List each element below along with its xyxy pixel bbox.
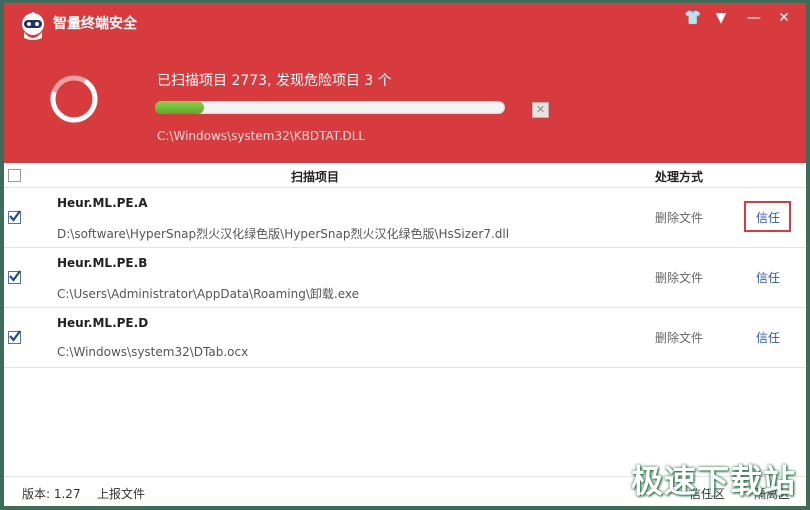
threat-path: D:\software\HyperSnap烈火汉化绿色版\HyperSnap烈火… xyxy=(57,227,510,241)
skin-icon[interactable]: 👕 xyxy=(681,7,705,29)
table-row: Heur.ML.PE.A D:\software\HyperSnap烈火汉化绿色… xyxy=(4,188,806,248)
row-checkbox[interactable] xyxy=(8,210,21,224)
close-icon[interactable]: ✕ xyxy=(772,7,796,29)
trust-link[interactable]: 信任 xyxy=(756,269,780,286)
scan-progress-bar xyxy=(155,101,505,114)
report-file-link[interactable]: 上报文件 xyxy=(97,485,145,502)
action-delete-file[interactable]: 删除文件 xyxy=(655,269,703,286)
threat-path: C:\Windows\system32\DTab.ocx xyxy=(57,345,249,359)
table-row: Heur.ML.PE.D C:\Windows\system32\DTab.oc… xyxy=(4,308,806,368)
scan-header: 智量终端安全 👕 ▼ — ✕ 已扫描项目 2773, 发现危险项目 3 个 ✕ … xyxy=(4,3,806,163)
column-header-action: 处理方式 xyxy=(655,170,704,184)
table-row: Heur.ML.PE.B C:\Users\Administrator\AppD… xyxy=(4,248,806,308)
trust-link[interactable]: 信任 xyxy=(756,209,780,226)
results-table-header: 扫描项目 处理方式 xyxy=(4,163,806,188)
minimize-icon[interactable]: — xyxy=(742,7,766,29)
threat-name: Heur.ML.PE.A xyxy=(57,196,148,210)
scan-status-text: 已扫描项目 2773, 发现危险项目 3 个 xyxy=(157,73,392,89)
scan-spinner-icon xyxy=(50,75,98,123)
checkmark-icon xyxy=(9,210,21,222)
checkmark-icon xyxy=(9,330,21,342)
row-checkbox[interactable] xyxy=(8,330,21,344)
threat-path: C:\Users\Administrator\AppData\Roaming\卸… xyxy=(57,287,359,301)
menu-icon[interactable]: ▼ xyxy=(709,7,733,29)
action-delete-file[interactable]: 删除文件 xyxy=(655,329,703,346)
astronaut-logo-icon xyxy=(22,12,44,40)
trust-link[interactable]: 信任 xyxy=(756,329,780,346)
action-delete-file[interactable]: 删除文件 xyxy=(655,209,703,226)
threat-name: Heur.ML.PE.D xyxy=(57,316,149,330)
scan-progress-fill xyxy=(155,101,204,114)
app-window: 智量终端安全 👕 ▼ — ✕ 已扫描项目 2773, 发现危险项目 3 个 ✕ … xyxy=(4,3,806,506)
cancel-scan-button[interactable]: ✕ xyxy=(532,102,549,118)
app-title: 智量终端安全 xyxy=(53,16,137,32)
select-all-checkbox[interactable] xyxy=(8,169,21,182)
version-label: 版本: 1.27 xyxy=(22,487,81,501)
row-checkbox[interactable] xyxy=(8,270,21,284)
current-scan-file: C:\Windows\system32\KBDTAT.DLL xyxy=(157,129,366,143)
checkmark-icon xyxy=(9,270,21,282)
threat-name: Heur.ML.PE.B xyxy=(57,256,148,270)
column-header-item: 扫描项目 xyxy=(291,170,340,184)
site-watermark: 极速下载站 xyxy=(631,462,797,500)
